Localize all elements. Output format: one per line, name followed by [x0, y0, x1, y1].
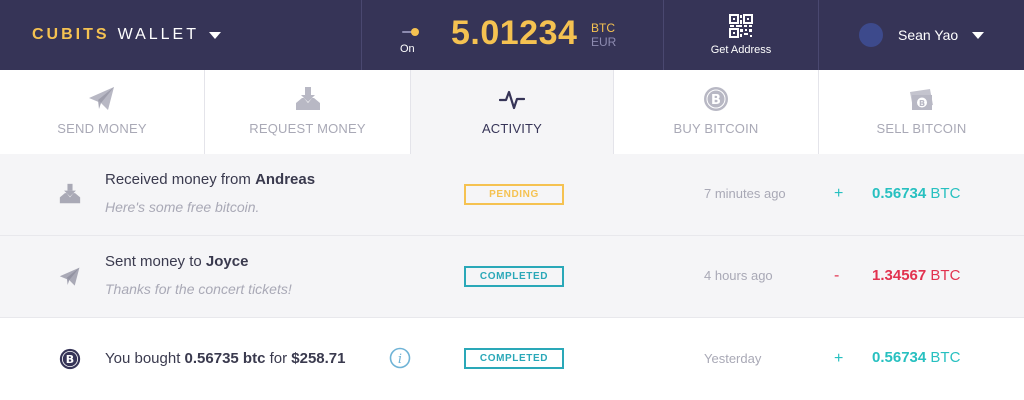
balance-toggle[interactable] [402, 28, 419, 36]
top-bar: CUBITS WALLET On 5.01234 BTC EUR Get Add… [0, 0, 1024, 70]
toggle-knob[interactable] [411, 28, 419, 36]
tab-label: ACTIVITY [481, 121, 543, 136]
svg-text:B: B [918, 99, 924, 108]
main-tabs: SEND MONEY REQUEST MONEY ACTIVITY B BUY … [0, 70, 1024, 155]
amount-sign: + [834, 185, 844, 202]
download-tray-icon [295, 86, 321, 112]
toggle-label: On [400, 43, 415, 55]
currency-eur-option[interactable]: EUR [591, 35, 616, 49]
cash-bitcoin-icon: B [908, 86, 936, 112]
amount-value: 1.34567 [872, 267, 927, 284]
bitcoin-coin-icon: B [58, 347, 82, 371]
title-text: Received money from [105, 171, 256, 188]
purchase-quantity: 0.56735 btc [184, 350, 266, 367]
amount-unit: BTC [930, 185, 961, 202]
svg-text:i: i [398, 352, 402, 367]
purchase-price: $258.71 [291, 350, 346, 367]
brand-name-wallet: WALLET [117, 26, 199, 43]
download-tray-icon [58, 182, 82, 206]
activity-amount: 1.34567 BTC [872, 267, 960, 284]
amount-sign: + [834, 350, 844, 367]
status-badge: COMPLETED [464, 266, 564, 287]
user-menu[interactable]: Sean Yao [819, 0, 1024, 70]
activity-title: Received money from Andreas [105, 171, 315, 188]
brand-menu[interactable]: CUBITS WALLET [0, 0, 362, 70]
brand-name-cubits: CUBITS [32, 26, 110, 43]
activity-list: Received money from Andreas Here's some … [0, 154, 1024, 400]
svg-text:B: B [711, 93, 721, 108]
amount-sign: - [834, 267, 840, 284]
tab-label: REQUEST MONEY [249, 121, 366, 136]
balance-amount: 5.01234 [451, 14, 578, 52]
get-address-button[interactable]: Get Address [664, 0, 819, 70]
amount-unit: BTC [930, 267, 961, 284]
activity-time: 4 hours ago [704, 268, 773, 283]
activity-amount: 0.56734 BTC [872, 349, 960, 366]
activity-title: You bought 0.56735 btc for $258.71 [105, 350, 346, 367]
amount-value: 0.56734 [872, 349, 927, 366]
list-item[interactable]: Sent money to Joyce Thanks for the conce… [0, 236, 1024, 318]
qr-code-icon [729, 14, 753, 38]
activity-note: Here's some free bitcoin. [105, 199, 260, 215]
status-badge: PENDING [464, 184, 564, 205]
tab-send-money[interactable]: SEND MONEY [0, 70, 205, 154]
avatar [859, 23, 883, 47]
get-address-label: Get Address [710, 44, 772, 56]
balance-panel: On 5.01234 BTC EUR [362, 0, 664, 70]
pulse-icon [499, 86, 525, 112]
title-text: for [265, 350, 292, 367]
svg-text:B: B [66, 353, 74, 366]
activity-time: Yesterday [704, 351, 762, 366]
amount-unit: BTC [930, 349, 961, 366]
tab-request-money[interactable]: REQUEST MONEY [205, 70, 411, 154]
chevron-down-icon[interactable] [972, 31, 985, 39]
tab-label: SEND MONEY [57, 121, 147, 136]
bitcoin-coin-icon: B [703, 86, 729, 112]
activity-title: Sent money to Joyce [105, 253, 248, 270]
counterparty-name: Andreas [255, 171, 316, 188]
list-item[interactable]: Received money from Andreas Here's some … [0, 154, 1024, 236]
user-name: Sean Yao [898, 27, 959, 43]
title-text: Sent money to [105, 253, 206, 270]
tab-activity[interactable]: ACTIVITY [411, 70, 614, 155]
currency-btc-option[interactable]: BTC [591, 21, 615, 35]
activity-time: 7 minutes ago [704, 186, 786, 201]
tab-label: SELL BITCOIN [876, 121, 967, 136]
tab-buy-bitcoin[interactable]: B BUY BITCOIN [614, 70, 819, 154]
info-icon[interactable]: i [389, 347, 411, 369]
tab-label: BUY BITCOIN [673, 121, 759, 136]
amount-value: 0.56734 [872, 185, 927, 202]
chevron-down-icon[interactable] [208, 31, 221, 39]
tab-sell-bitcoin[interactable]: B SELL BITCOIN [819, 70, 1024, 154]
activity-note: Thanks for the concert tickets! [105, 281, 292, 297]
paper-plane-icon [88, 86, 116, 112]
list-item[interactable]: B You bought 0.56735 btc for $258.71 i C… [0, 318, 1024, 400]
paper-plane-icon [58, 265, 82, 289]
counterparty-name: Joyce [205, 253, 249, 270]
title-text: You bought [105, 350, 185, 367]
activity-amount: 0.56734 BTC [872, 185, 960, 202]
status-badge: COMPLETED [464, 348, 564, 369]
